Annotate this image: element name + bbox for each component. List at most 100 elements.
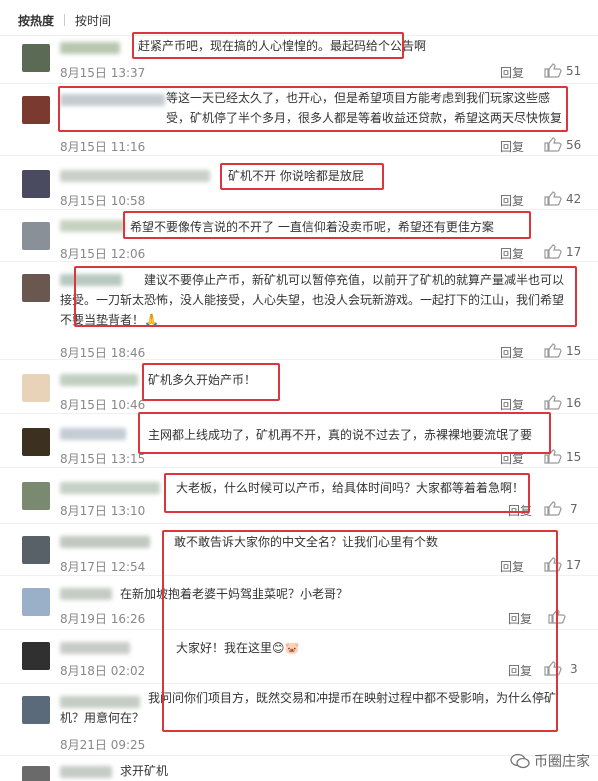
comment-text: 敢不敢告诉大家你的中文全名？让我们心里有个数 xyxy=(174,535,439,549)
like-count: 17 xyxy=(566,245,582,259)
thumbs-up-icon[interactable] xyxy=(544,661,564,676)
username[interactable] xyxy=(60,42,120,54)
comment-time: 8月19日 16:26 xyxy=(60,612,146,626)
comment-text: 求开矿机 xyxy=(120,764,169,778)
like-count: 7 xyxy=(570,502,578,516)
avatar[interactable] xyxy=(22,642,50,670)
comment-text: 建议不要停止产币，新矿机可以暂停充值，以前开了矿机的就算产量减半也可以接受。一刀… xyxy=(60,273,565,327)
thumbs-up-icon[interactable] xyxy=(544,244,564,259)
sort-by-time-tab[interactable]: 按时间 xyxy=(75,12,111,29)
comment-text: 赶紧产币吧，现在搞的人心惶惶的。最起码给个公告啊 xyxy=(138,39,427,53)
avatar[interactable] xyxy=(22,536,50,564)
avatar[interactable] xyxy=(22,696,50,724)
reply-button[interactable]: 回复 xyxy=(500,192,524,209)
comment-time: 8月15日 13:37 xyxy=(60,66,146,80)
comment-item: 赶紧产币吧，现在搞的人心惶惶的。最起码给个公告啊 8月15日 13:37 回复 … xyxy=(0,36,598,84)
comment-item: 主网都上线成功了，矿机再不开，真的说不过去了，赤裸裸地要流氓了要 8月15日 1… xyxy=(0,416,598,468)
comment-time: 8月17日 13:10 xyxy=(60,504,146,518)
wechat-icon xyxy=(510,753,530,769)
avatar[interactable] xyxy=(22,274,50,302)
comment-item: 求开矿机 xyxy=(0,758,598,781)
username[interactable] xyxy=(60,170,210,182)
comment-item: 大家好！我在这里😊🐷 8月18日 02:02 回复 3 xyxy=(0,632,598,684)
reply-button[interactable]: 回复 xyxy=(500,344,524,361)
comment-item: 敢不敢告诉大家你的中文全名？让我们心里有个数 8月17日 12:54 回复 17 xyxy=(0,526,598,576)
username[interactable] xyxy=(60,482,160,494)
reply-button[interactable]: 回复 xyxy=(500,450,524,467)
avatar[interactable] xyxy=(22,222,50,250)
thumbs-up-icon[interactable] xyxy=(544,343,564,358)
thumbs-up-icon[interactable] xyxy=(544,137,564,152)
reply-button[interactable]: 回复 xyxy=(508,502,532,519)
reply-button[interactable]: 回复 xyxy=(500,64,524,81)
comment-text: 大老板，什么时候可以产币，给具体时间吗？大家都等着着急啊！ xyxy=(176,481,525,495)
like-count: 56 xyxy=(566,138,582,152)
avatar[interactable] xyxy=(22,96,50,124)
avatar[interactable] xyxy=(22,766,50,781)
avatar[interactable] xyxy=(22,428,50,456)
comment-time: 8月18日 02:02 xyxy=(60,664,146,678)
username[interactable] xyxy=(60,766,112,778)
watermark-text: 币圈庄家 xyxy=(534,754,590,770)
watermark: 币圈庄家 xyxy=(510,751,590,771)
reply-button[interactable]: 回复 xyxy=(500,558,524,575)
reply-button[interactable]: 回复 xyxy=(500,396,524,413)
comment-text: 在新加坡抱着老婆干妈驾韭菜呢？小老哥？ xyxy=(120,587,349,601)
like-count: 42 xyxy=(566,192,582,206)
username[interactable] xyxy=(60,588,112,600)
comment-item: 在新加坡抱着老婆干妈驾韭菜呢？小老哥？ 8月19日 16:26 回复 xyxy=(0,578,598,630)
thumbs-up-icon[interactable] xyxy=(544,449,564,464)
like-count: 16 xyxy=(566,396,582,410)
comment-text: 我问问你们项目方，既然交易和冲提币在映射过程中都不受影响，为什么停矿机？用意何在… xyxy=(60,691,557,725)
username[interactable] xyxy=(60,374,138,386)
divider xyxy=(64,14,65,26)
username[interactable] xyxy=(60,536,150,548)
reply-button[interactable]: 回复 xyxy=(508,610,532,627)
comment-text: 大家好！我在这里😊🐷 xyxy=(176,641,300,655)
like-count: 17 xyxy=(566,558,582,572)
comment-item: 建议不要停止产币，新矿机可以暂停充值，以前开了矿机的就算产量减半也可以接受。一刀… xyxy=(0,264,598,360)
comment-item: 我问问你们项目方，既然交易和冲提币在映射过程中都不受影响，为什么停矿机？用意何在… xyxy=(0,686,598,756)
comment-item: 大老板，什么时候可以产币，给具体时间吗？大家都等着着急啊！ 8月17日 13:1… xyxy=(0,470,598,524)
comment-time: 8月17日 12:54 xyxy=(60,560,146,574)
comment-time: 8月15日 11:16 xyxy=(60,140,146,154)
thumbs-up-icon[interactable] xyxy=(544,191,564,206)
sort-bar: 按热度 按时间 xyxy=(0,0,598,36)
comment-text: 主网都上线成功了，矿机再不开，真的说不过去了，赤裸裸地要流氓了要 xyxy=(148,428,533,442)
avatar[interactable] xyxy=(22,170,50,198)
comment-item: 矿机多久开始产币！ 8月15日 10:46 回复 16 xyxy=(0,362,598,414)
comment-text: 矿机多久开始产币！ xyxy=(148,373,257,387)
like-count: 15 xyxy=(566,344,582,358)
avatar[interactable] xyxy=(22,374,50,402)
comment-item: 等这一天已经太久了，也开心，但是希望项目方能考虑到我们玩家这些感受，矿机停了半个… xyxy=(0,86,598,156)
comment-time: 8月15日 12:06 xyxy=(60,247,146,261)
thumbs-up-icon[interactable] xyxy=(548,609,568,624)
avatar[interactable] xyxy=(22,588,50,616)
reply-button[interactable]: 回复 xyxy=(500,138,524,155)
comment-time: 8月21日 09:25 xyxy=(60,738,146,752)
comment-time: 8月15日 13:15 xyxy=(60,452,146,466)
comment-time: 8月15日 10:58 xyxy=(60,194,146,208)
comment-item: 希望不要像传言说的不开了 一直信仰着没卖币呢，希望还有更佳方案 8月15日 12… xyxy=(0,212,598,262)
thumbs-up-icon[interactable] xyxy=(544,395,564,410)
username[interactable] xyxy=(60,220,125,232)
reply-button[interactable]: 回复 xyxy=(508,662,532,679)
reply-button[interactable]: 回复 xyxy=(500,245,524,262)
comment-time: 8月15日 10:46 xyxy=(60,398,146,412)
thumbs-up-icon[interactable] xyxy=(544,501,564,516)
comment-text: 矿机不开 你说啥都是放屁 xyxy=(228,169,364,183)
thumbs-up-icon[interactable] xyxy=(544,557,564,572)
username[interactable] xyxy=(60,642,130,654)
sort-by-hot-tab[interactable]: 按热度 xyxy=(18,12,54,29)
comment-text: 等这一天已经太久了，也开心，但是希望项目方能考虑到我们玩家这些感受，矿机停了半个… xyxy=(166,91,562,125)
like-count: 51 xyxy=(566,64,582,78)
comment-item: 矿机不开 你说啥都是放屁 8月15日 10:58 回复 42 xyxy=(0,160,598,210)
username[interactable] xyxy=(60,94,165,106)
avatar[interactable] xyxy=(22,482,50,510)
thumbs-up-icon[interactable] xyxy=(544,63,564,78)
avatar[interactable] xyxy=(22,44,50,72)
username[interactable] xyxy=(60,428,126,440)
like-count: 3 xyxy=(570,662,578,676)
like-count: 15 xyxy=(566,450,582,464)
comment-time: 8月15日 18:46 xyxy=(60,346,146,360)
